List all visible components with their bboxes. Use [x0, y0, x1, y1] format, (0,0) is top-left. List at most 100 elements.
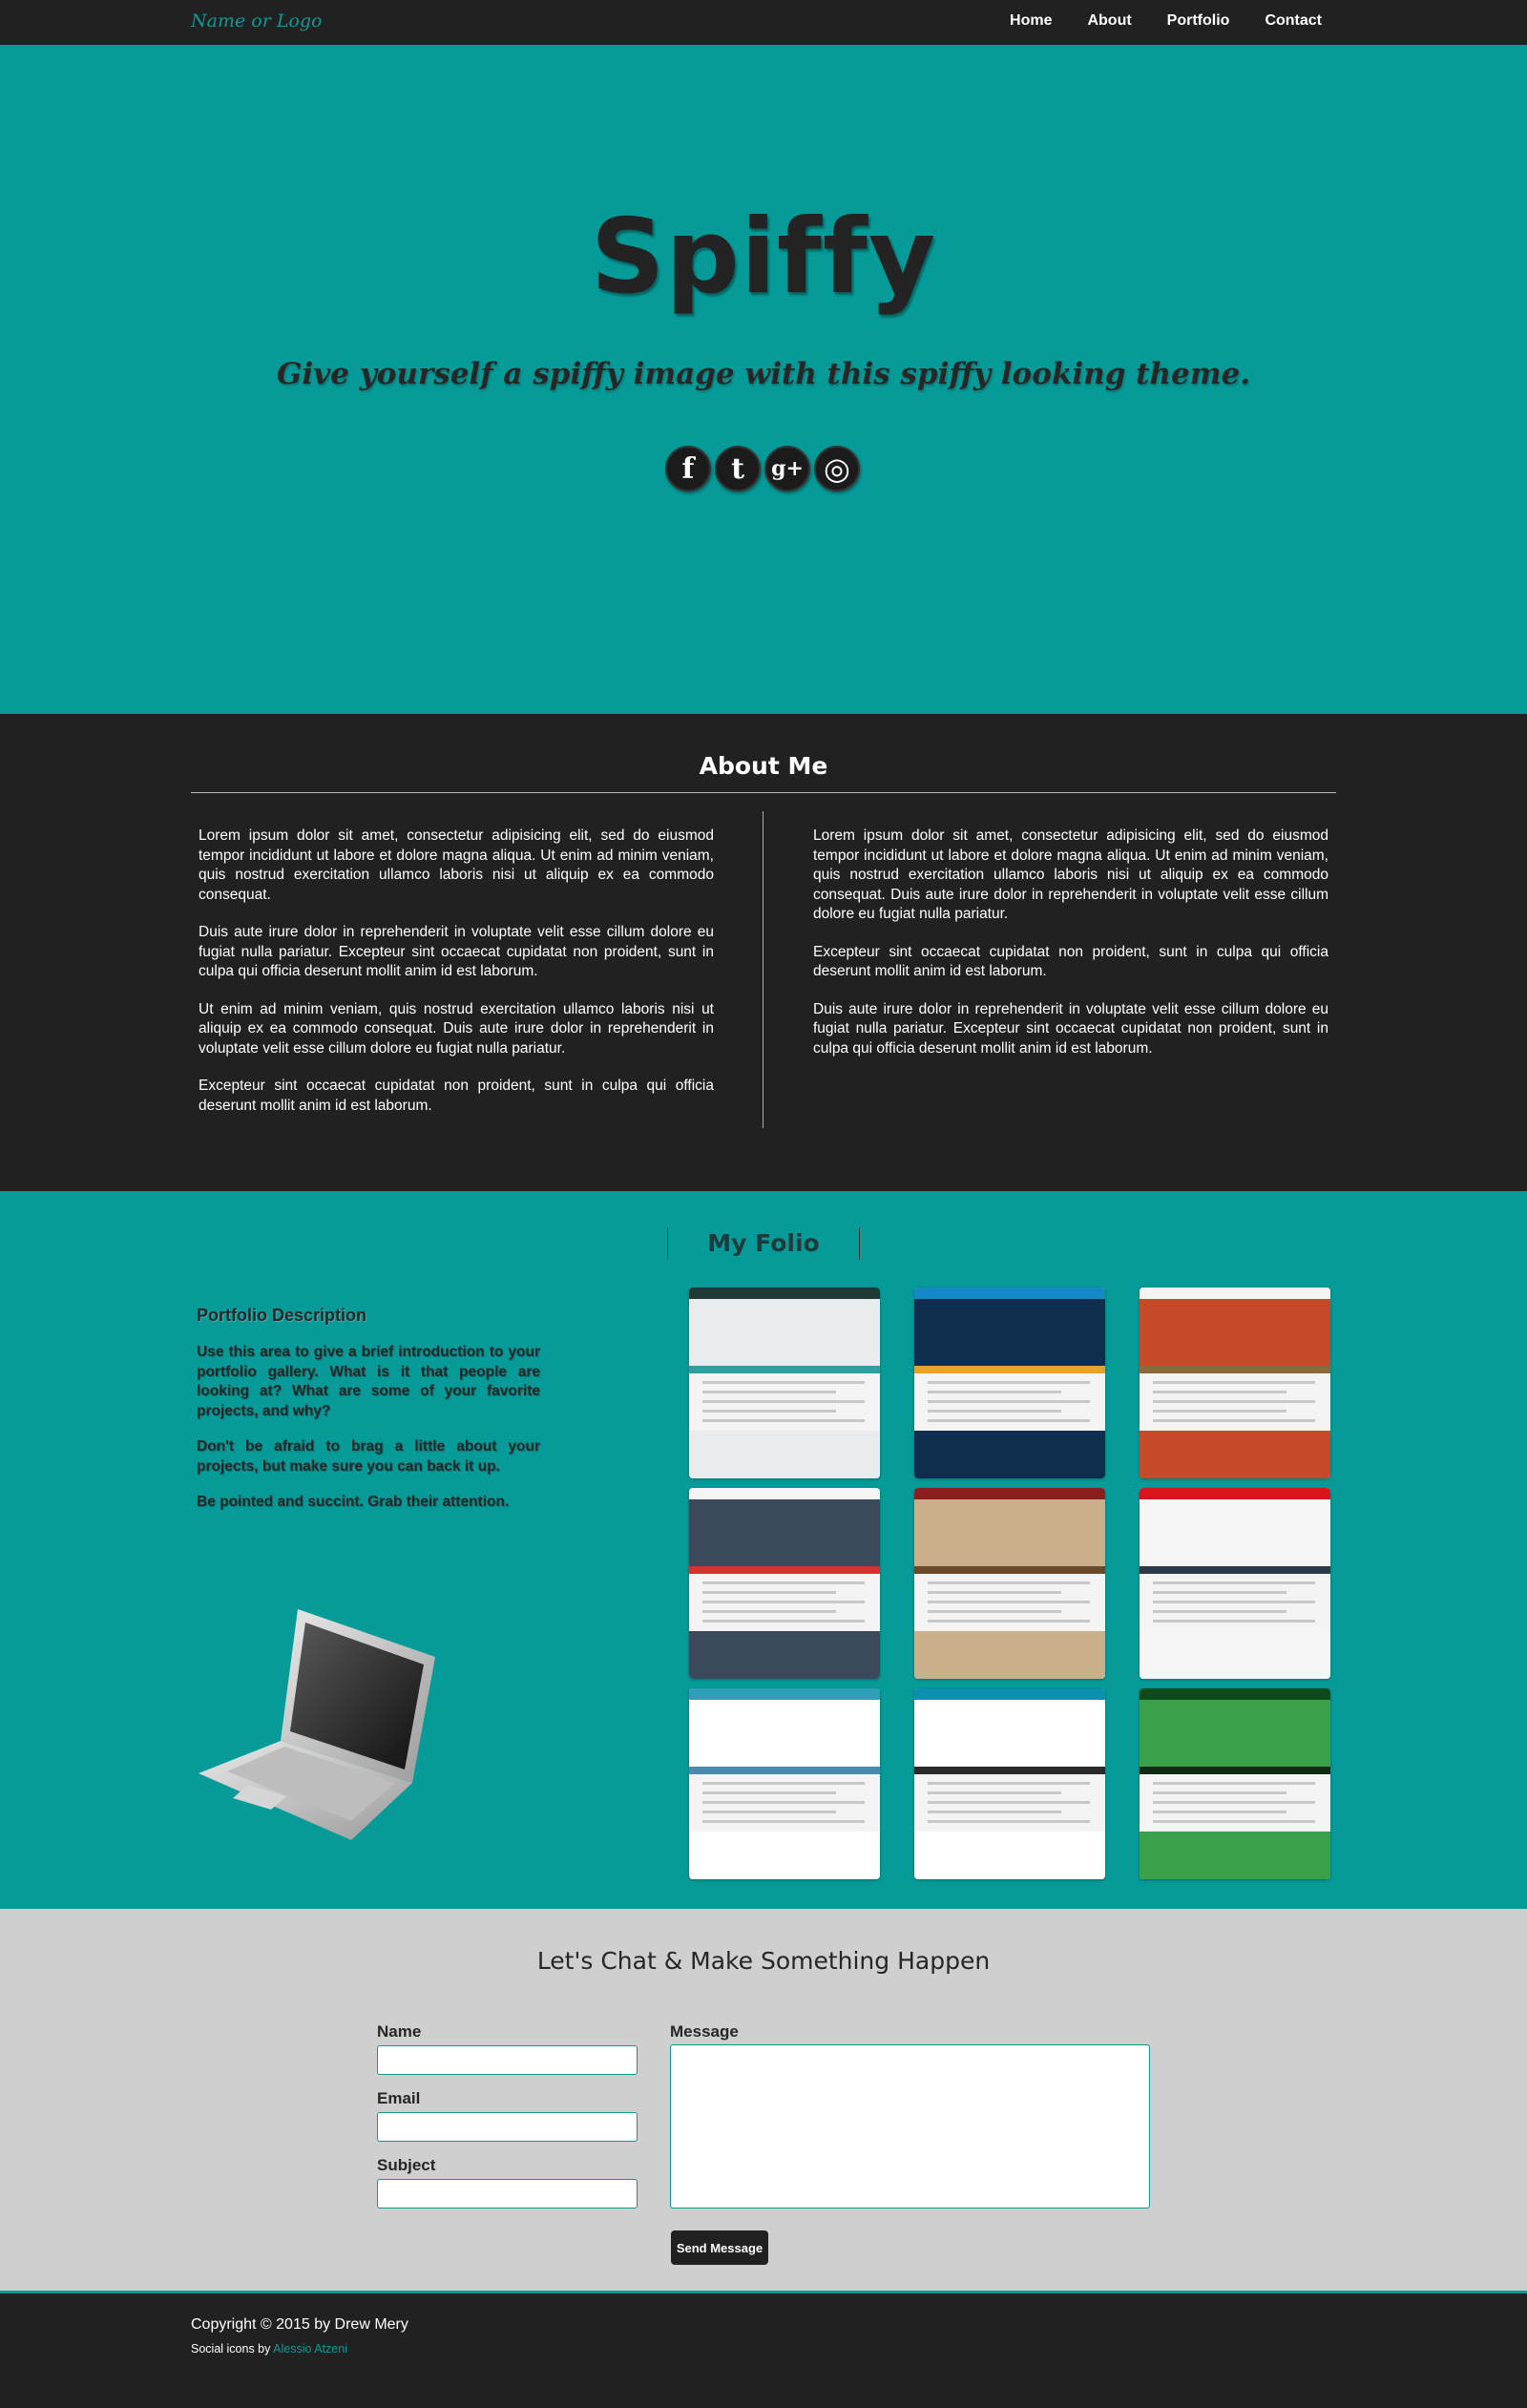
hero-title: Spiffy: [590, 198, 937, 317]
thumbnail-text-line: [1153, 1610, 1286, 1613]
thumbnail-text-line: [1153, 1410, 1286, 1413]
about-right-column: Lorem ipsum dolor sit amet, consectetur …: [813, 827, 1328, 1077]
thumbnail-band: [914, 1288, 1105, 1299]
portfolio-description-text: Use this area to give a brief introducti…: [197, 1344, 540, 1419]
nav-about-link[interactable]: About: [1087, 12, 1131, 30]
send-message-button[interactable]: Send Message: [671, 2230, 768, 2265]
thumbnail-text-line: [928, 1410, 1061, 1413]
thumbnail-text-line: [1153, 1581, 1315, 1584]
social-icons: f t g+ ◎: [665, 446, 860, 492]
portfolio-description-title: Portfolio Description: [197, 1306, 367, 1325]
thumbnail-text-line: [928, 1820, 1090, 1823]
thumbnail-text-line: [928, 1591, 1061, 1594]
about-section: About Me Lorem ipsum dolor sit amet, con…: [0, 714, 1527, 1191]
thumbnail-band: [1140, 1767, 1330, 1774]
portfolio-description-text: Be pointed and succint. Grab their atten…: [197, 1494, 510, 1510]
email-field[interactable]: [377, 2112, 638, 2142]
message-field[interactable]: [670, 2044, 1150, 2209]
thumbnail-text-line: [928, 1381, 1090, 1384]
footer: Copyright © 2015 by Drew Mery Social ico…: [0, 2291, 1527, 2408]
thumbnail-text-line: [928, 1610, 1061, 1613]
thumbnail-text-line: [1153, 1811, 1286, 1813]
portfolio-thumbnail[interactable]: [1140, 1688, 1330, 1879]
thumbnail-text-line: [702, 1610, 836, 1613]
thumbnail-text-line: [702, 1782, 865, 1785]
site-logo[interactable]: Name or Logo: [191, 10, 322, 31]
name-field[interactable]: [377, 2045, 638, 2075]
portfolio-thumbnail[interactable]: [1140, 1288, 1330, 1478]
facebook-icon[interactable]: f: [665, 446, 711, 492]
thumbnail-band: [914, 1299, 1105, 1366]
portfolio-thumbnail[interactable]: [914, 1488, 1105, 1679]
thumbnail-band: [914, 1488, 1105, 1499]
thumbnail-band: [689, 1499, 880, 1566]
thumbnail-band: [1140, 1499, 1330, 1566]
thumbnail-text-line: [702, 1391, 836, 1393]
thumbnail-text-line: [1153, 1601, 1315, 1603]
credit-link[interactable]: Alessio Atzeni: [273, 2342, 347, 2356]
thumbnail-text-line: [702, 1381, 865, 1384]
portfolio-thumbnail[interactable]: [914, 1688, 1105, 1879]
thumbnail-text-line: [928, 1791, 1061, 1794]
thumbnail-band: [689, 1288, 880, 1299]
about-paragraph: Lorem ipsum dolor sit amet, consectetur …: [199, 827, 714, 903]
thumbnail-text-line: [1153, 1381, 1315, 1384]
portfolio-thumbnail[interactable]: [689, 1688, 880, 1879]
thumbnail-band: [689, 1431, 880, 1478]
thumbnail-band: [914, 1499, 1105, 1566]
thumbnail-text-line: [1153, 1591, 1286, 1594]
nav-portfolio-link[interactable]: Portfolio: [1167, 12, 1230, 30]
thumbnail-text-line: [702, 1581, 865, 1584]
portfolio-thumbnail[interactable]: [689, 1488, 880, 1679]
tumblr-icon[interactable]: t: [715, 446, 761, 492]
thumbnail-text-line: [702, 1591, 836, 1594]
portfolio-thumbnail[interactable]: [1140, 1488, 1330, 1679]
thumbnail-band: [689, 1700, 880, 1767]
portfolio-description-text: Don't be afraid to brag a little about y…: [197, 1438, 540, 1475]
subject-label: Subject: [377, 2156, 436, 2174]
subject-field[interactable]: [377, 2179, 638, 2209]
dribbble-icon[interactable]: ◎: [814, 446, 860, 492]
nav-home-link[interactable]: Home: [1010, 12, 1052, 30]
top-nav: Name or Logo Home About Portfolio Contac…: [0, 0, 1527, 45]
thumbnail-text-line: [1153, 1620, 1315, 1623]
thumbnail-band: [914, 1431, 1105, 1478]
thumbnail-text-line: [702, 1820, 865, 1823]
email-label: Email: [377, 2089, 421, 2107]
thumbnail-text-line: [702, 1791, 836, 1794]
thumbnail-text-line: [928, 1811, 1061, 1813]
thumbnail-text-line: [702, 1601, 865, 1603]
portfolio-description: Portfolio Description Use this area to g…: [197, 1306, 540, 1529]
laptop-image: [199, 1609, 435, 1840]
thumbnail-band: [914, 1566, 1105, 1574]
thumbnail-band: [689, 1299, 880, 1366]
thumbnail-band: [689, 1631, 880, 1679]
thumbnail-text-line: [1153, 1391, 1286, 1393]
thumbnail-text-line: [1153, 1820, 1315, 1823]
google-plus-icon[interactable]: g+: [764, 446, 810, 492]
portfolio-thumbnail[interactable]: [689, 1288, 880, 1478]
thumbnail-band: [1140, 1431, 1330, 1478]
thumbnail-band: [1140, 1700, 1330, 1767]
about-paragraph: Ut enim ad minim veniam, quis nostrud ex…: [199, 1000, 714, 1057]
thumbnail-band: [1140, 1688, 1330, 1700]
thumbnail-band: [689, 1688, 880, 1700]
thumbnail-band: [1140, 1832, 1330, 1879]
thumbnail-text-line: [928, 1782, 1090, 1785]
thumbnail-text-line: [928, 1601, 1090, 1603]
thumbnail-band: [689, 1767, 880, 1774]
thumbnail-text-line: [702, 1400, 865, 1403]
copyright-text: Copyright © 2015 by Drew Mery: [191, 2316, 408, 2333]
thumbnail-band: [914, 1832, 1105, 1879]
about-divider: [191, 792, 1336, 793]
thumbnail-band: [914, 1767, 1105, 1774]
about-paragraph: Duis aute irure dolor in reprehenderit i…: [813, 1000, 1328, 1057]
thumbnail-band: [914, 1688, 1105, 1700]
credit-prefix: Social icons by: [191, 2342, 274, 2356]
thumbnail-text-line: [702, 1801, 865, 1804]
thumbnail-band: [1140, 1566, 1330, 1574]
portfolio-thumbnail[interactable]: [914, 1288, 1105, 1478]
thumbnail-band: [1140, 1366, 1330, 1373]
nav-contact-link[interactable]: Contact: [1265, 12, 1322, 30]
about-paragraph: Excepteur sint occaecat cupidatat non pr…: [813, 943, 1328, 980]
